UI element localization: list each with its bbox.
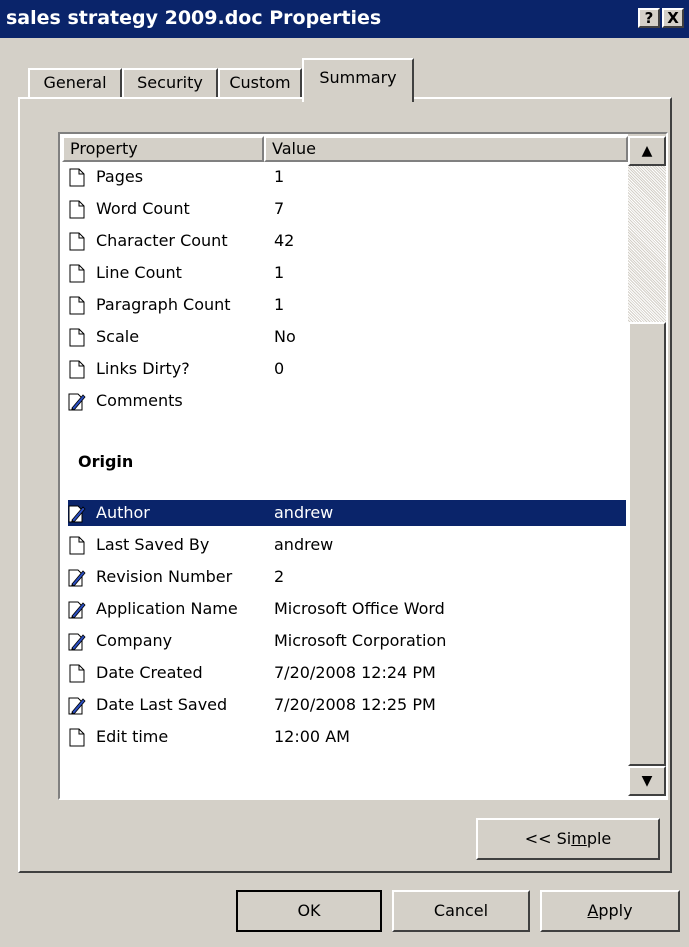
edit-document-icon xyxy=(68,504,86,523)
property-row[interactable]: Line Count 1 xyxy=(68,260,626,286)
title-bar[interactable]: sales strategy 2009.doc Properties ? X xyxy=(0,0,689,38)
column-header-value[interactable]: Value xyxy=(264,136,628,162)
properties-list-content: Property Value Pages 1 Word Count 7 Characte… xyxy=(60,134,628,796)
simple-button[interactable]: << Simple xyxy=(476,818,660,860)
property-row[interactable]: Last Saved By andrew xyxy=(68,532,626,558)
property-row[interactable]: Scale No xyxy=(68,324,626,350)
document-icon xyxy=(68,664,86,683)
property-row[interactable]: Paragraph Count 1 xyxy=(68,292,626,318)
property-name: Pages xyxy=(96,167,144,186)
document-icon xyxy=(68,232,86,251)
property-row[interactable]: Pages 1 xyxy=(68,164,626,190)
property-value: Microsoft Corporation xyxy=(274,631,447,650)
document-icon xyxy=(68,168,86,187)
property-value: andrew xyxy=(274,503,334,522)
tab-general[interactable]: General xyxy=(28,68,122,98)
tab-security[interactable]: Security xyxy=(122,68,218,98)
apply-button-label-rest: pply xyxy=(598,901,633,920)
property-value: 7 xyxy=(274,199,285,218)
edit-document-icon xyxy=(68,600,86,619)
document-icon xyxy=(68,728,86,747)
property-value: 1 xyxy=(274,263,285,282)
window-title: sales strategy 2009.doc Properties xyxy=(6,7,382,29)
property-value: 7/20/2008 12:24 PM xyxy=(274,663,436,682)
property-name: Links Dirty? xyxy=(96,359,190,378)
property-name: Scale xyxy=(96,327,140,346)
document-icon xyxy=(68,328,86,347)
property-row[interactable]: Date Last Saved 7/20/2008 12:25 PM xyxy=(68,692,626,718)
property-value: 7/20/2008 12:25 PM xyxy=(274,695,436,714)
simple-button-accelerator: m xyxy=(571,829,587,848)
property-name: Revision Number xyxy=(96,567,233,586)
edit-document-icon xyxy=(68,568,86,587)
property-value: No xyxy=(274,327,296,346)
property-value: 1 xyxy=(274,295,285,314)
document-icon xyxy=(68,360,86,379)
property-row[interactable]: Links Dirty? 0 xyxy=(68,356,626,382)
apply-button-accelerator: A xyxy=(587,901,599,920)
property-name: Last Saved By xyxy=(96,535,210,554)
tab-custom[interactable]: Custom xyxy=(218,68,302,98)
help-button[interactable]: ? xyxy=(638,8,660,28)
simple-button-label-suffix: ple xyxy=(586,829,612,848)
property-name: Edit time xyxy=(96,727,169,746)
property-row[interactable]: Edit time 12:00 AM xyxy=(68,724,626,750)
property-value: 1 xyxy=(274,167,285,186)
apply-button[interactable]: Apply xyxy=(540,890,680,932)
property-row[interactable]: Author andrew xyxy=(68,500,626,526)
edit-document-icon xyxy=(68,696,86,715)
scroll-track[interactable] xyxy=(628,166,666,322)
property-name: Paragraph Count xyxy=(96,295,231,314)
properties-list[interactable]: Property Value Pages 1 Word Count 7 Characte… xyxy=(58,132,668,800)
edit-document-icon xyxy=(68,392,86,411)
property-row[interactable]: Revision Number 2 xyxy=(68,564,626,590)
ok-button[interactable]: OK xyxy=(236,890,382,932)
property-name: Word Count xyxy=(96,199,190,218)
property-name: Line Count xyxy=(96,263,182,282)
property-name: Date Created xyxy=(96,663,203,682)
property-row[interactable]: Date Created 7/20/2008 12:24 PM xyxy=(68,660,626,686)
document-icon xyxy=(68,296,86,315)
properties-dialog: sales strategy 2009.doc Properties ? X G… xyxy=(0,0,689,947)
close-button[interactable]: X xyxy=(662,8,684,28)
document-icon xyxy=(68,200,86,219)
scroll-up-button[interactable]: ▲ xyxy=(628,136,666,166)
document-icon xyxy=(68,536,86,555)
property-name: Application Name xyxy=(96,599,238,618)
property-value: 42 xyxy=(274,231,295,250)
cancel-button[interactable]: Cancel xyxy=(392,890,530,932)
property-row[interactable]: Comments xyxy=(68,388,626,414)
document-icon xyxy=(68,264,86,283)
scroll-down-button[interactable]: ▼ xyxy=(628,766,666,796)
property-value: 0 xyxy=(274,359,285,378)
property-row[interactable]: Application Name Microsoft Office Word xyxy=(68,596,626,622)
property-name: Comments xyxy=(96,391,183,410)
property-row[interactable]: Character Count 42 xyxy=(68,228,626,254)
edit-document-icon xyxy=(68,632,86,651)
property-value: Microsoft Office Word xyxy=(274,599,445,618)
tab-summary[interactable]: Summary xyxy=(302,58,414,102)
property-value: andrew xyxy=(274,535,334,554)
property-row[interactable]: Company Microsoft Corporation xyxy=(68,628,626,654)
property-name: Character Count xyxy=(96,231,228,250)
simple-button-label-prefix: << Si xyxy=(524,829,572,848)
column-header-property[interactable]: Property xyxy=(62,136,264,162)
property-name: Author xyxy=(96,503,150,522)
property-value: 2 xyxy=(274,567,285,586)
scroll-thumb[interactable] xyxy=(628,322,666,766)
property-name: Company xyxy=(96,631,173,650)
section-heading-origin: Origin xyxy=(78,452,134,471)
property-value: 12:00 AM xyxy=(274,727,350,746)
property-name: Date Last Saved xyxy=(96,695,228,714)
property-row[interactable]: Word Count 7 xyxy=(68,196,626,222)
vertical-scrollbar[interactable]: ▲ ▼ xyxy=(628,134,666,796)
